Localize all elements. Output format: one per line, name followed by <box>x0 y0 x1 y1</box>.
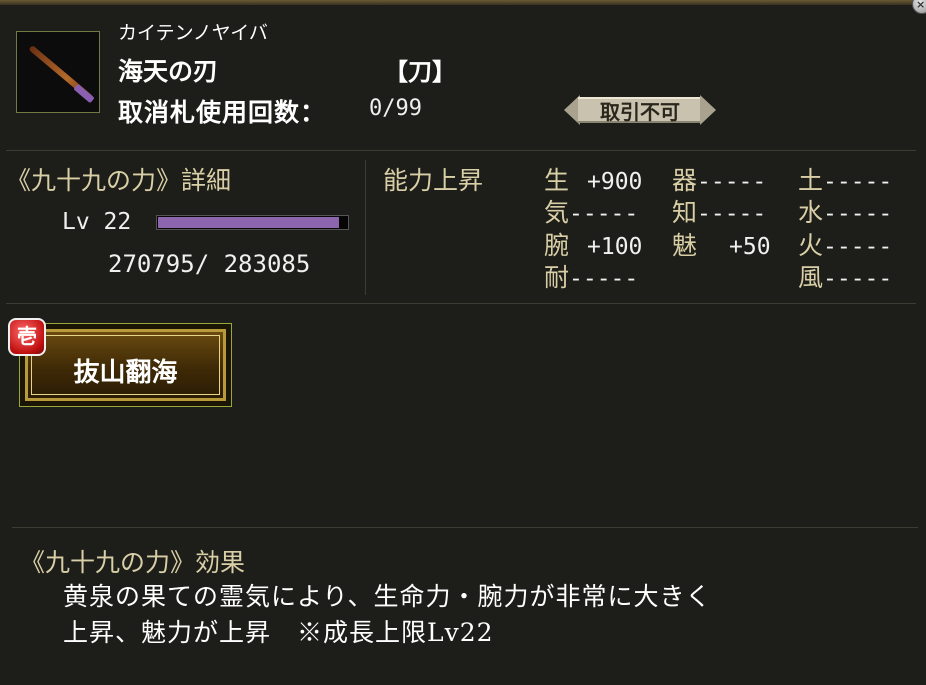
stat-key: 火 <box>798 231 824 260</box>
stat-mi: 魅 +50 <box>672 226 771 262</box>
stat-key: 腕 <box>544 231 570 260</box>
trade-status-badge: 取引不可 <box>564 95 716 125</box>
effect-description-line-1: 黄泉の果ての霊気により、生命力・腕力が非常に大きく <box>63 582 712 611</box>
stat-sei: 生 +900 <box>544 161 642 197</box>
stat-value: ----- <box>569 266 639 292</box>
usage-count-label: 取消札使用回数： <box>118 98 327 127</box>
detail-title: 《九十九の力》詳細 <box>6 166 232 195</box>
skill-frame: 抜山翻海 <box>25 329 226 401</box>
stat-tsuchi: 土----- <box>798 161 892 197</box>
vertical-divider <box>365 160 366 295</box>
close-icon[interactable]: × <box>912 0 926 14</box>
divider <box>6 303 916 304</box>
item-type: 【刀】 <box>384 57 456 86</box>
stat-mizu: 水----- <box>798 193 892 229</box>
effect-description-line-2: 上昇、魅力が上昇 ※成長上限Lv22 <box>63 618 494 647</box>
stat-key: 耐 <box>544 263 570 292</box>
stat-tai: 耐----- <box>544 258 638 294</box>
stat-utsuwa: 器----- <box>672 161 766 197</box>
stat-key: 生 <box>544 166 570 195</box>
skill-button[interactable]: 抜山翻海 <box>19 323 232 407</box>
stat-value: ----- <box>823 201 893 227</box>
stat-kaze: 風----- <box>798 258 892 294</box>
trade-status-text: 取引不可 <box>600 100 680 124</box>
stat-ki: 気----- <box>544 193 638 229</box>
skill-name: 抜山翻海 <box>73 358 178 388</box>
stat-key: 土 <box>798 166 824 195</box>
ability-title: 能力上昇 <box>383 166 484 195</box>
effect-title: 《九十九の力》効果 <box>20 548 246 577</box>
stat-value: ----- <box>823 169 893 195</box>
exp-progress-bar <box>156 215 349 230</box>
skill-rank-badge: 壱 <box>8 318 46 356</box>
stat-key: 知 <box>672 198 698 227</box>
usage-count-value: 0/99 <box>369 96 422 121</box>
divider <box>12 527 918 528</box>
exp-value: 270795/ 283085 <box>108 250 311 278</box>
stat-value: ----- <box>823 266 893 292</box>
window-top-border <box>0 0 926 5</box>
divider <box>6 150 916 151</box>
stat-key: 魅 <box>672 231 698 260</box>
stat-value: +900 <box>587 169 643 195</box>
level-label: Lv 22 <box>62 209 132 235</box>
stat-key: 器 <box>672 166 698 195</box>
item-name: 海天の刃 <box>118 57 219 86</box>
exp-progress-fill <box>158 217 339 228</box>
stat-value: +100 <box>587 234 643 260</box>
stat-value: ----- <box>697 201 767 227</box>
stat-value: ----- <box>569 201 639 227</box>
stat-wan: 腕 +100 <box>544 226 642 262</box>
sword-item-icon <box>16 31 100 113</box>
stat-value: ----- <box>823 234 893 260</box>
stat-key: 風 <box>798 263 824 292</box>
stat-hi: 火----- <box>798 226 892 262</box>
stat-key: 気 <box>544 198 570 227</box>
stat-value: ----- <box>697 169 767 195</box>
stat-chi: 知----- <box>672 193 766 229</box>
stat-key: 水 <box>798 198 824 227</box>
stat-value: +50 <box>729 234 771 260</box>
sword-grip-shape <box>73 83 95 104</box>
item-kana-reading: カイテンノヤイバ <box>118 22 268 44</box>
